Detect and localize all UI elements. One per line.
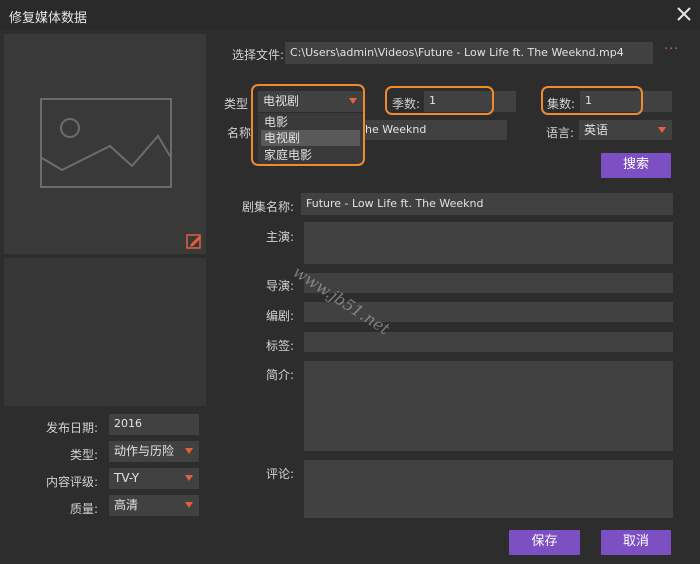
image-placeholder-icon — [40, 98, 172, 188]
name-input[interactable]: he Weeknd — [365, 120, 507, 140]
genre-label: 类型: — [69, 448, 98, 462]
save-button[interactable]: 保存 — [509, 530, 580, 555]
episode-highlight-box — [541, 86, 643, 115]
name-label: 名称 — [227, 126, 252, 140]
language-label: 语言: — [546, 126, 575, 140]
comment-textarea[interactable] — [304, 460, 673, 518]
search-button[interactable]: 搜索 — [601, 153, 671, 178]
poster-secondary-panel — [4, 258, 206, 406]
writer-label: 编剧: — [265, 309, 294, 323]
content-rating-label: 内容评级: — [45, 475, 98, 489]
director-input[interactable] — [304, 273, 673, 293]
poster-panel — [4, 34, 206, 254]
comment-label: 评论: — [265, 467, 294, 481]
close-icon[interactable] — [674, 4, 694, 24]
file-label: 选择文件: — [232, 48, 285, 62]
chevron-down-icon — [658, 127, 666, 133]
release-date-label: 发布日期: — [45, 421, 98, 435]
title-bar — [0, 0, 700, 30]
quality-label: 质量: — [69, 502, 98, 516]
season-highlight-box — [385, 86, 494, 115]
release-date-input[interactable]: 2016 — [109, 414, 199, 435]
content-rating-select[interactable]: TV-Y — [109, 468, 199, 489]
genre-select[interactable]: 动作与历险 — [109, 441, 199, 462]
edit-poster-icon[interactable] — [186, 233, 202, 249]
chevron-down-icon — [185, 448, 193, 454]
language-select[interactable]: 英语 — [579, 120, 672, 140]
chevron-down-icon — [185, 475, 193, 481]
tags-input[interactable] — [304, 332, 673, 352]
type-label: 类型 — [224, 97, 249, 111]
series-name-input[interactable]: Future - Low Life ft. The Weeknd — [301, 193, 673, 215]
browse-file-button[interactable]: ··· — [664, 42, 679, 57]
quality-selected-value: 高清 — [114, 498, 139, 512]
summary-textarea[interactable] — [304, 361, 673, 451]
quality-select[interactable]: 高清 — [109, 495, 199, 516]
genre-selected-value: 动作与历险 — [114, 444, 175, 458]
language-selected-value: 英语 — [584, 123, 609, 137]
file-path-field[interactable]: C:\Users\admin\Videos\Future - Low Life … — [285, 42, 653, 64]
series-name-label: 剧集名称: — [241, 200, 294, 214]
cast-label: 主演: — [265, 230, 294, 244]
tags-label: 标签: — [265, 339, 294, 353]
cancel-button[interactable]: 取消 — [601, 530, 671, 555]
type-highlight-box — [251, 84, 365, 166]
chevron-down-icon — [185, 502, 193, 508]
content-rating-selected-value: TV-Y — [114, 471, 140, 485]
director-label: 导演: — [265, 279, 294, 293]
summary-label: 简介: — [265, 368, 294, 382]
window-title: 修复媒体数据 — [9, 11, 88, 26]
cast-textarea[interactable] — [304, 222, 673, 264]
